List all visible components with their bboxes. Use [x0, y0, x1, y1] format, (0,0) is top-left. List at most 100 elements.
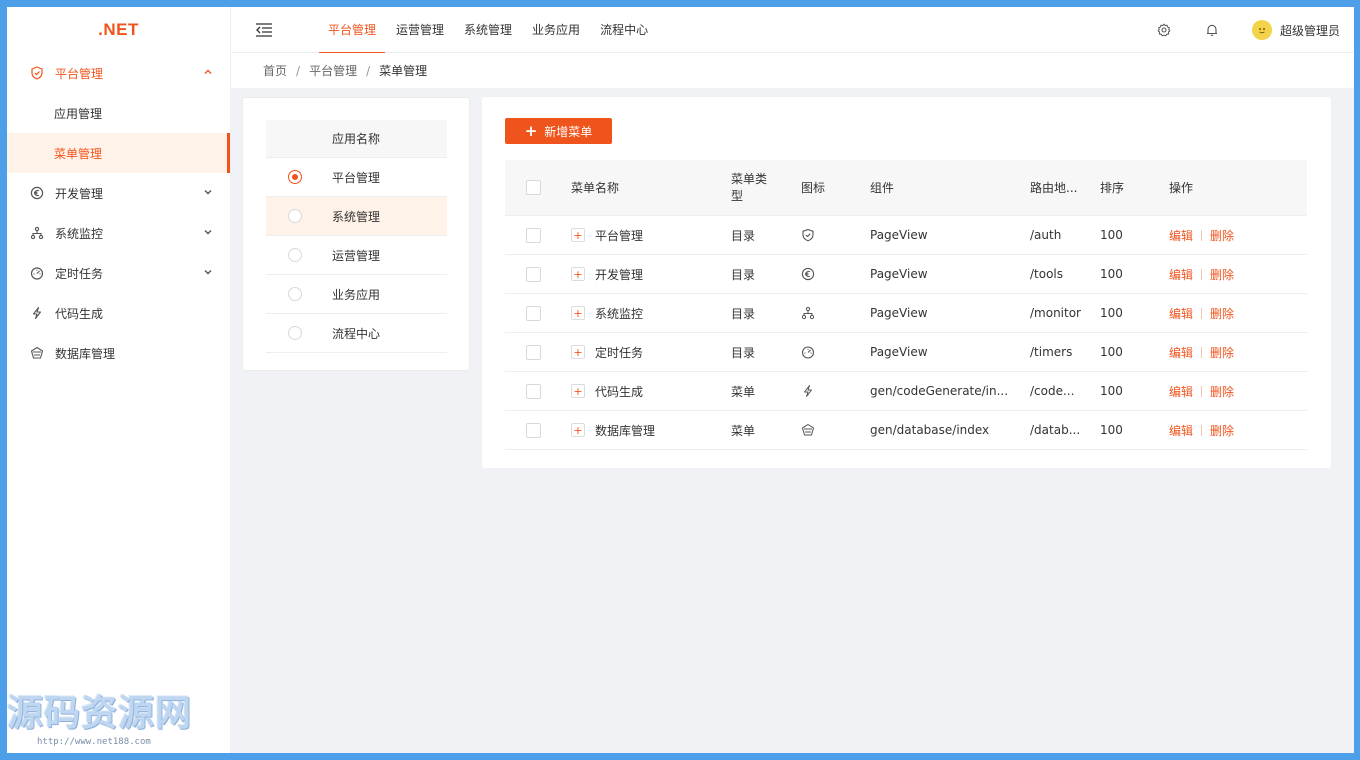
app-list-panel: 应用名称 平台管理 系统管理 运营管理 业务应用 流程中心 — [242, 97, 470, 371]
edit-link[interactable]: 编辑 — [1169, 344, 1193, 361]
app-name: 流程中心 — [332, 326, 381, 341]
tab-operations[interactable]: 运营管理 — [387, 7, 453, 53]
expand-icon[interactable]: + — [571, 345, 585, 359]
edit-link[interactable]: 编辑 — [1169, 305, 1193, 322]
expand-icon[interactable]: + — [571, 267, 585, 281]
dashboard-icon — [801, 345, 815, 359]
action-divider — [1201, 424, 1203, 436]
row-checkbox[interactable] — [526, 422, 541, 438]
shield-icon — [801, 228, 815, 242]
menu-type: 目录 — [731, 267, 756, 282]
gear-icon[interactable] — [1156, 22, 1172, 38]
menu-sort: 100 — [1100, 228, 1123, 242]
name-cell: + 定时任务 — [571, 333, 721, 371]
table-row: + 平台管理 目录 PageView /auth 100 编辑 删除 — [505, 216, 1307, 255]
user-name[interactable]: 超级管理员 — [1280, 22, 1340, 39]
icon-cell — [801, 255, 841, 293]
select-all-checkbox[interactable] — [526, 180, 541, 195]
row-checkbox[interactable] — [526, 266, 541, 282]
breadcrumb-platform[interactable]: 平台管理 — [309, 62, 357, 79]
menu-name: 数据库管理 — [595, 423, 656, 438]
menu-fold-icon[interactable] — [253, 19, 275, 41]
actions-cell: 编辑 删除 — [1169, 294, 1289, 332]
tab-system[interactable]: 系统管理 — [455, 7, 521, 53]
action-divider — [1201, 307, 1203, 319]
radio-button[interactable] — [288, 170, 302, 184]
delete-link[interactable]: 删除 — [1210, 305, 1234, 322]
sidebar-group-development[interactable]: 开发管理 — [7, 173, 230, 213]
expand-icon[interactable]: + — [571, 306, 585, 320]
delete-link[interactable]: 删除 — [1210, 266, 1234, 283]
bell-icon[interactable] — [1204, 22, 1220, 38]
icon-cell — [801, 333, 841, 371]
expand-icon[interactable]: + — [571, 384, 585, 398]
action-divider — [1201, 346, 1203, 358]
icon-cell — [801, 216, 841, 254]
edit-link[interactable]: 编辑 — [1169, 383, 1193, 400]
header-actions: 超级管理员 — [1124, 7, 1340, 53]
col-type: 菜单类型 — [731, 171, 768, 203]
sidebar-group-platform[interactable]: 平台管理 — [7, 53, 230, 93]
add-menu-button[interactable]: + 新增菜单 — [505, 118, 612, 144]
tab-platform[interactable]: 平台管理 — [319, 7, 386, 54]
sidebar-item-app-management[interactable]: 应用管理 — [7, 93, 230, 133]
dashboard-icon — [29, 265, 45, 281]
app-table-header: 应用名称 — [266, 120, 447, 158]
delete-link[interactable]: 删除 — [1210, 344, 1234, 361]
delete-link[interactable]: 删除 — [1210, 422, 1234, 439]
row-checkbox[interactable] — [526, 227, 541, 243]
sidebar-group-label: 平台管理 — [55, 66, 104, 81]
app-name: 业务应用 — [332, 287, 381, 302]
app-row-workflow[interactable]: 流程中心 — [266, 314, 447, 353]
chevron-down-icon — [204, 190, 212, 195]
name-cell: + 代码生成 — [571, 372, 721, 410]
breadcrumb-home[interactable]: 首页 — [263, 62, 287, 79]
row-checkbox[interactable] — [526, 383, 541, 399]
radio-button[interactable] — [288, 326, 302, 340]
app-row-operations[interactable]: 运营管理 — [266, 236, 447, 275]
table-row: + 定时任务 目录 PageView /timers 100 编辑 删除 — [505, 333, 1307, 372]
sidebar-group-label: 开发管理 — [55, 186, 104, 201]
table-row: + 数据库管理 菜单 gen/database/index /datab... 1… — [505, 411, 1307, 450]
row-checkbox[interactable] — [526, 344, 541, 360]
app-row-business[interactable]: 业务应用 — [266, 275, 447, 314]
sidebar-item-label: 应用管理 — [54, 106, 103, 121]
actions-cell: 编辑 删除 — [1169, 411, 1289, 449]
menu-name: 定时任务 — [595, 345, 644, 360]
menu-component: PageView — [870, 306, 928, 320]
edit-link[interactable]: 编辑 — [1169, 227, 1193, 244]
name-cell: + 数据库管理 — [571, 411, 721, 449]
radio-button[interactable] — [288, 287, 302, 301]
name-cell: + 系统监控 — [571, 294, 721, 332]
table-row: + 代码生成 菜单 gen/codeGenerate/in... /code...… — [505, 372, 1307, 411]
sidebar-group-codegen[interactable]: 代码生成 — [7, 293, 230, 333]
edit-link[interactable]: 编辑 — [1169, 266, 1193, 283]
menu-panel: + 新增菜单 菜单名称 菜单类型 图标 组件 路由地... 排序 操作 + 平台管… — [482, 97, 1331, 468]
app-name: 平台管理 — [332, 170, 381, 185]
delete-link[interactable]: 删除 — [1210, 383, 1234, 400]
expand-icon[interactable]: + — [571, 423, 585, 437]
radio-button[interactable] — [288, 248, 302, 262]
row-checkbox[interactable] — [526, 305, 541, 321]
edit-link[interactable]: 编辑 — [1169, 422, 1193, 439]
expand-icon[interactable]: + — [571, 228, 585, 242]
menu-path: /monitor — [1030, 306, 1081, 320]
thunderbolt-icon — [29, 305, 45, 321]
sidebar-group-label: 定时任务 — [55, 266, 104, 281]
sidebar-item-menu-management[interactable]: 菜单管理 — [7, 133, 230, 173]
menu-name: 开发管理 — [595, 267, 644, 282]
sidebar-group-database[interactable]: 数据库管理 — [7, 333, 230, 373]
app-row-platform[interactable]: 平台管理 — [266, 158, 447, 197]
app-row-system[interactable]: 系统管理 — [266, 197, 447, 236]
delete-link[interactable]: 删除 — [1210, 227, 1234, 244]
add-menu-label: 新增菜单 — [544, 124, 593, 139]
menu-name: 系统监控 — [595, 306, 644, 321]
sidebar-group-monitor[interactable]: 系统监控 — [7, 213, 230, 253]
menu-component: PageView — [870, 345, 928, 359]
avatar[interactable] — [1251, 20, 1272, 40]
radio-button[interactable] — [288, 209, 302, 223]
tab-business[interactable]: 业务应用 — [523, 7, 589, 53]
cluster-icon — [29, 225, 45, 241]
tab-workflow[interactable]: 流程中心 — [591, 7, 657, 53]
sidebar-group-timers[interactable]: 定时任务 — [7, 253, 230, 293]
